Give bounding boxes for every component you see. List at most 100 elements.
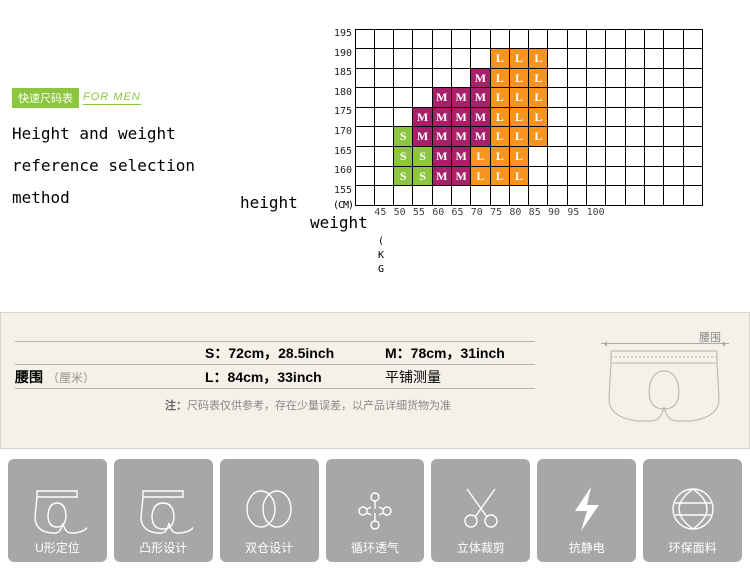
grid-cell xyxy=(683,29,703,50)
feature-label: 双仓设计 xyxy=(245,539,293,556)
grid-cell: L xyxy=(490,68,510,89)
grid-cell: L xyxy=(509,87,529,108)
grid-cell xyxy=(451,68,471,89)
grid-cell: L xyxy=(509,48,529,69)
weight-axis-unit: ( K G xyxy=(378,235,384,277)
grid-cell: M xyxy=(470,126,490,147)
x-tick: 50 xyxy=(394,207,413,218)
y-tick: 195 xyxy=(332,29,352,49)
x-tick xyxy=(644,207,663,218)
grid-cell xyxy=(586,126,606,147)
grid-cell xyxy=(490,29,510,50)
grid-cell xyxy=(509,185,529,206)
grid-cell: L xyxy=(528,107,548,128)
grid-cell: L xyxy=(490,48,510,69)
grid-cell: M xyxy=(470,107,490,128)
size-s-text: S：72cm，28.5inch xyxy=(205,343,385,363)
grid-cell: L xyxy=(509,68,529,89)
grid-cell xyxy=(374,29,394,50)
grid-cell xyxy=(355,166,375,187)
top-section: 快速尺码表 FOR MEN Height and weight referenc… xyxy=(0,0,750,300)
flat-measure-text: 平铺测量 xyxy=(385,367,515,387)
grid-cell: S xyxy=(412,146,432,167)
underwear-diagram-icon xyxy=(599,321,729,436)
grid-cell xyxy=(528,185,548,206)
size-m-text: M：78cm，31inch xyxy=(385,343,515,363)
grid-cell xyxy=(644,87,664,108)
x-tick: 70 xyxy=(471,207,490,218)
grid-cell xyxy=(605,126,625,147)
grid-cell xyxy=(470,48,490,69)
grid-cell xyxy=(605,146,625,167)
grid-cell: L xyxy=(490,146,510,167)
grid-cell xyxy=(683,87,703,108)
grid-cell xyxy=(528,146,548,167)
grid-cell xyxy=(355,107,375,128)
grid-cell xyxy=(355,87,375,108)
y-tick: 175 xyxy=(332,107,352,127)
for-men-label: FOR MEN xyxy=(83,91,141,105)
x-tick xyxy=(355,207,374,218)
grid-cell xyxy=(567,107,587,128)
waist-label: 腰围（厘米） xyxy=(15,367,205,387)
x-tick: 90 xyxy=(548,207,567,218)
grid-cell: M xyxy=(432,107,452,128)
grid-cell xyxy=(663,126,683,147)
grid-cell: L xyxy=(509,107,529,128)
features-row: U形定位凸形设计双仓设计循环透气立体裁剪抗静电环保面料 xyxy=(0,459,750,562)
grid-cell: L xyxy=(528,68,548,89)
eco-fabric-icon xyxy=(663,479,723,539)
feature-label: 抗静电 xyxy=(569,539,605,556)
grid-cell: M xyxy=(432,87,452,108)
grid-cell: M xyxy=(451,166,471,187)
grid-cell xyxy=(605,185,625,206)
grid-cell xyxy=(547,146,567,167)
grid-cell xyxy=(586,185,606,206)
grid-cell xyxy=(547,68,567,89)
grid-cell xyxy=(605,166,625,187)
grid-cell: M xyxy=(432,146,452,167)
grid-cell: L xyxy=(490,166,510,187)
size-chart: 195190185180175170165160155 LLLMLLLMMMLL… xyxy=(355,29,702,218)
grid-cell: M xyxy=(451,87,471,108)
double-pouch-icon xyxy=(239,479,299,539)
x-tick xyxy=(625,207,644,218)
grid-cell xyxy=(663,29,683,50)
size-note: 注：尺码表仅供参考，存在少量误差，以产品详细货物为准 xyxy=(15,397,535,413)
grid-cell xyxy=(567,68,587,89)
grid-cell: M xyxy=(451,107,471,128)
grid-cell xyxy=(547,185,567,206)
grid-cell xyxy=(451,29,471,50)
grid-cell xyxy=(605,107,625,128)
grid-cell: S xyxy=(412,166,432,187)
grid-cell xyxy=(625,48,645,69)
grid-cell xyxy=(528,166,548,187)
grid-cell xyxy=(509,29,529,50)
x-tick xyxy=(664,207,683,218)
grid-cell xyxy=(374,68,394,89)
description: Height and weight reference selection me… xyxy=(12,118,242,214)
3d-cut-icon xyxy=(451,479,511,539)
grid-cell xyxy=(683,126,703,147)
breathable-icon xyxy=(345,479,405,539)
grid-cell xyxy=(586,107,606,128)
y-tick: 180 xyxy=(332,88,352,108)
grid-cell xyxy=(432,48,452,69)
grid-cell xyxy=(586,87,606,108)
grid-cell xyxy=(644,107,664,128)
x-tick xyxy=(606,207,625,218)
grid-cell: S xyxy=(393,166,413,187)
grid-cell xyxy=(683,107,703,128)
grid-cell xyxy=(683,68,703,89)
grid-cell xyxy=(393,185,413,206)
feature-label: 立体裁剪 xyxy=(457,539,505,556)
grid-cell xyxy=(374,87,394,108)
grid-cell xyxy=(625,107,645,128)
grid-cell xyxy=(374,48,394,69)
feature-antistatic: 抗静电 xyxy=(537,459,636,562)
grid-cell xyxy=(663,166,683,187)
grid-cell xyxy=(625,146,645,167)
grid-cell xyxy=(355,48,375,69)
grid-cell: L xyxy=(490,87,510,108)
grid-cell xyxy=(451,48,471,69)
